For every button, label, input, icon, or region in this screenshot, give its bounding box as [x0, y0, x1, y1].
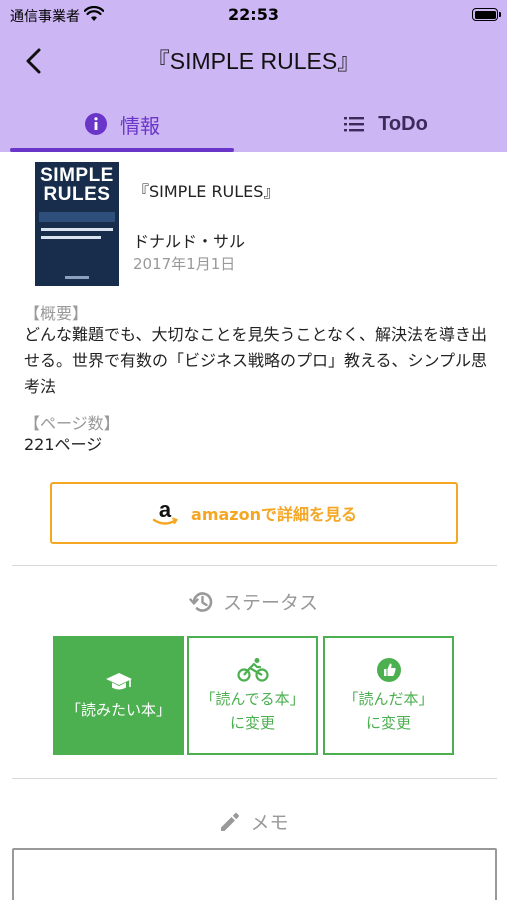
- book-title: 『SIMPLE RULES』: [133, 182, 280, 201]
- status-button-label: 「読んだ本」: [343, 689, 434, 708]
- amazon-logo-icon: a: [152, 498, 179, 525]
- back-button[interactable]: [18, 44, 52, 78]
- graduation-cap-icon: [105, 672, 132, 689]
- status-button-sublabel: に変更: [365, 713, 411, 732]
- book-date: 2017年1月1日: [133, 255, 236, 273]
- status-section-header: ステータス: [0, 588, 507, 615]
- memo-input[interactable]: [12, 848, 497, 900]
- status-bar: 通信事業者 22:53: [0, 0, 507, 30]
- cover-subtitle-band: [39, 212, 115, 222]
- svg-text:a: a: [159, 498, 172, 522]
- tab-info-label: 情報: [120, 113, 160, 138]
- status-button-reading[interactable]: 「読んでる本」 に変更: [187, 636, 318, 755]
- history-icon: [189, 591, 213, 612]
- cover-text-line: [41, 236, 101, 239]
- status-button-sublabel: に変更: [229, 713, 275, 732]
- thumbs-up-icon: [376, 657, 401, 682]
- book-author: ドナルド・サル: [133, 232, 246, 251]
- tab-indicator: [10, 148, 234, 152]
- memo-section-label: メモ: [250, 812, 289, 834]
- cover-publisher-mark: [65, 276, 89, 279]
- status-button-read[interactable]: 「読んだ本」 に変更: [323, 636, 454, 755]
- status-time: 22:53: [228, 5, 279, 24]
- pencil-icon: [221, 812, 240, 831]
- battery-icon: [472, 8, 501, 21]
- status-section-label: ステータス: [222, 592, 318, 614]
- divider: [12, 778, 497, 779]
- app-header: 通信事業者 22:53 『SIMPLE RULES』 情報 ToDo: [0, 0, 507, 152]
- amazon-button-label: amazonで詳細を見る: [191, 505, 357, 524]
- memo-section-header: メモ: [0, 808, 507, 835]
- tab-todo-label: ToDo: [378, 112, 428, 135]
- cover-title-line2: RULES: [43, 184, 111, 205]
- pages-label: 【ページ数】: [24, 414, 120, 433]
- info-icon: [85, 113, 107, 135]
- pages-value: 221ページ: [24, 435, 103, 454]
- book-cover: SIMPLE RULES: [35, 162, 119, 286]
- bicycle-icon: [236, 657, 269, 682]
- status-button-label: 「読みたい本」: [65, 700, 171, 719]
- status-button-want-to-read[interactable]: 「読みたい本」: [53, 636, 184, 755]
- page-title: 『SIMPLE RULES』: [146, 48, 361, 74]
- amazon-button[interactable]: a amazonで詳細を見る: [50, 482, 458, 544]
- list-icon: [344, 117, 365, 132]
- summary-text: どんな難題でも、大切なことを見失うことなく、解決法を導き出せる。世界で有数の「ビ…: [24, 325, 488, 396]
- summary-label: 【概要】: [24, 304, 89, 323]
- cover-text-line: [41, 228, 113, 231]
- divider: [12, 565, 497, 566]
- status-button-label: 「読んでる本」: [200, 689, 305, 708]
- tab-todo[interactable]: ToDo: [273, 100, 497, 148]
- tab-info[interactable]: 情報: [10, 100, 234, 148]
